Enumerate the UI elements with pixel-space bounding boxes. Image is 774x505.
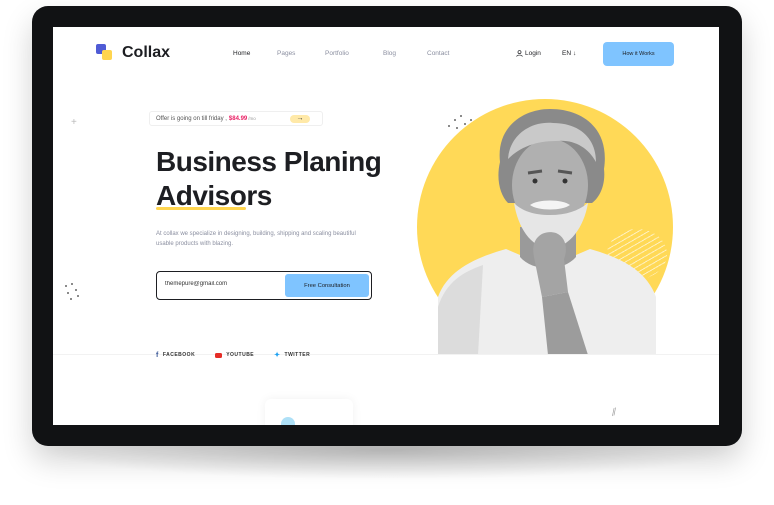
nav-item-home[interactable]: Home [233, 50, 277, 57]
brand-logo[interactable]: Collax [96, 44, 170, 62]
nav-item-portfolio[interactable]: Portfolio [325, 50, 383, 57]
social-youtube-label: YOUTUBE [226, 352, 255, 358]
twitter-icon: ✦ [274, 352, 281, 359]
social-twitter-label: TWITTER [284, 352, 311, 358]
language-selector[interactable]: EN ↓ [562, 50, 576, 57]
how-it-works-button[interactable]: How it Works [603, 42, 674, 66]
logo-icon [96, 44, 114, 62]
hero-title-line1: Business Planing [156, 146, 382, 177]
arrow-right-icon[interactable]: → [290, 115, 310, 123]
chevron-down-icon: ↓ [573, 50, 577, 57]
login-link[interactable]: Login [516, 50, 541, 57]
free-consultation-button[interactable]: Free Consultation [285, 274, 369, 297]
offer-period: /mo [248, 116, 256, 121]
nav-item-contact[interactable]: Contact [427, 50, 467, 57]
dots-decoration [63, 283, 83, 303]
social-facebook[interactable]: f FACEBOOK [156, 351, 195, 359]
social-links: f FACEBOOK YOUTUBE ✦ TWITTER [156, 351, 310, 360]
offer-banner: Offer is going on till friday , $84.99 /… [149, 111, 323, 126]
brand-name: Collax [122, 44, 171, 61]
language-label: EN [562, 50, 572, 57]
login-label: Login [525, 50, 541, 57]
offer-text: Offer is going on till friday , [156, 115, 227, 122]
spark-decoration-icon: ∕∕ [611, 406, 619, 419]
facebook-icon: f [156, 351, 159, 359]
website-screen: Collax Home Pages Portfolio Blog Contact… [53, 27, 719, 425]
nav-item-pages[interactable]: Pages [277, 50, 325, 57]
social-youtube[interactable]: YOUTUBE [215, 351, 254, 359]
hero-description: At collax we specialize in designing, bu… [156, 231, 356, 247]
user-icon [516, 50, 523, 57]
social-facebook-label: FACEBOOK [162, 352, 196, 358]
offer-price: $84.99 [228, 115, 248, 122]
title-underline [156, 207, 246, 210]
nav-item-blog[interactable]: Blog [383, 50, 427, 57]
email-input[interactable] [163, 280, 287, 288]
main-nav: Home Pages Portfolio Blog Contact [233, 50, 467, 57]
advisor-portrait [438, 109, 656, 355]
feature-icon-partial [281, 417, 295, 425]
feature-card-partial [265, 399, 353, 425]
section-divider [53, 354, 719, 355]
plus-decoration-icon: + [71, 117, 77, 128]
youtube-icon [215, 352, 223, 358]
social-twitter[interactable]: ✦ TWITTER [274, 351, 310, 359]
consultation-form: Free Consultation [156, 271, 372, 300]
hero-title: Business Planing Advisors [156, 145, 382, 213]
